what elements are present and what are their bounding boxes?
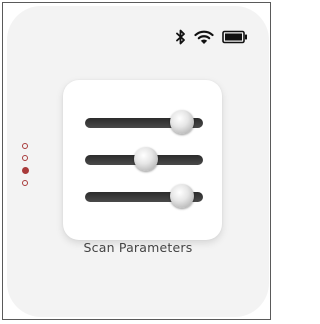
page-dot-1[interactable] [22, 143, 28, 149]
sliders-icon-bar-1 [85, 110, 203, 134]
page-dot-4[interactable] [22, 180, 28, 186]
battery-icon [222, 30, 247, 44]
bluetooth-icon [176, 29, 185, 45]
sliders-icon-bar-2 [85, 147, 203, 171]
page-indicator [21, 143, 29, 186]
page-dot-3[interactable] [21, 167, 29, 174]
sliders-icon-bar-3 [85, 184, 203, 208]
sliders-icon-knob-3 [169, 184, 194, 208]
screen: Scan Parameters [7, 6, 269, 317]
card-label: Scan Parameters [83, 240, 193, 255]
sliders-icon-knob-1 [169, 110, 194, 134]
scan-parameters-card[interactable] [63, 80, 222, 240]
page-dot-2[interactable] [22, 155, 28, 161]
sliders-icon-knob-2 [134, 147, 159, 171]
wifi-icon [194, 30, 214, 44]
status-bar [176, 27, 248, 47]
device-frame: Scan Parameters [2, 2, 271, 320]
